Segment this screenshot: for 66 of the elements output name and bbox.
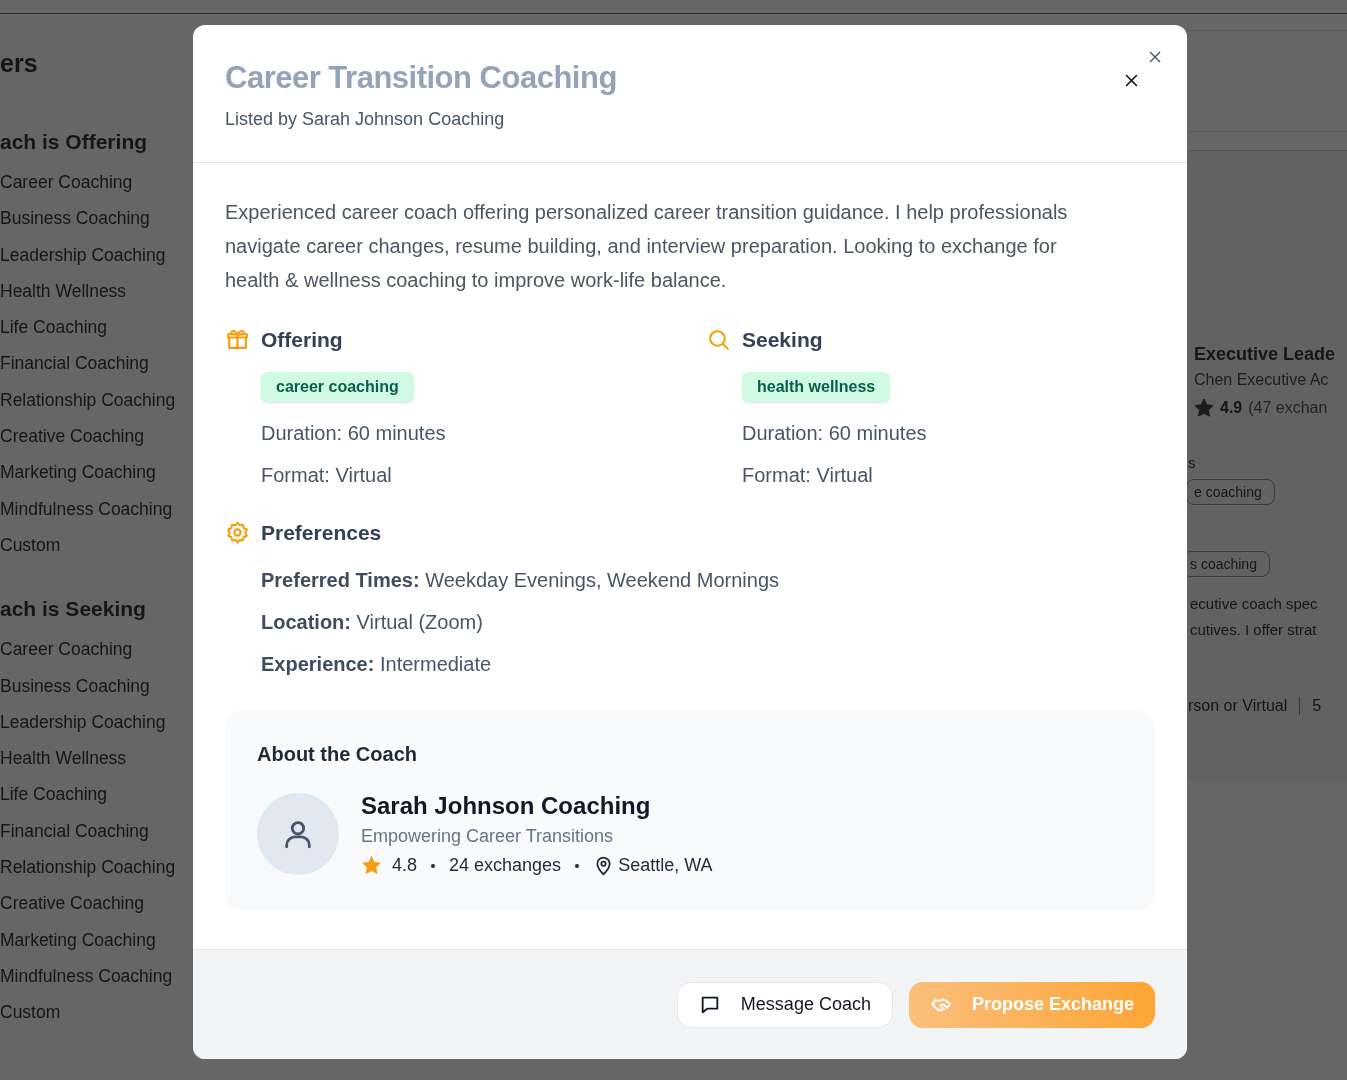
description-line: ecutive coach spec [1190,594,1318,614]
skill-tag: health wellness [742,372,891,402]
listed-by-text: Listed by Sarah Johnson Coaching [225,109,506,130]
filter-option[interactable]: Business Coaching [0,667,150,704]
filter-option[interactable]: Health Wellness [0,740,127,777]
filter-option[interactable]: Marketing Coaching [0,454,156,491]
filter-option[interactable]: Leadership Coaching [0,703,166,741]
page-heading: ers [0,48,39,78]
filter-option[interactable]: Relationship Coaching [0,381,176,419]
filter-option[interactable]: Creative Coaching [0,885,144,922]
filter-option[interactable]: Mindfulness Coaching [0,957,173,995]
filter-heading: ach is Seeking [0,596,147,623]
rating-value: 4.8 [392,855,418,876]
close-icon [1147,49,1163,65]
modal-title: Career Transition Coaching [225,59,617,97]
coach-tagline: Empowering Career Transitions [361,826,615,847]
detail-text: Format: Virtual [261,463,392,488]
detail-text: Format: Virtual [742,463,873,488]
section-heading: Seeking [742,327,823,352]
filter-option[interactable]: Financial Coaching [0,345,149,382]
section-label: s [1188,454,1196,471]
close-icon [1123,72,1140,89]
filter-option[interactable]: Creative Coaching [0,418,144,455]
search-icon [706,327,731,352]
coach-location: Seattle, WA [618,855,713,876]
detail-text: Duration: 60 minutes [261,421,446,446]
exchange-count: (47 exchan [1248,399,1328,417]
rating-value: 4.9 [1220,399,1243,417]
skill-tag: career coaching [261,372,414,402]
exchange-count: 24 exchanges [449,855,562,876]
filter-option[interactable]: Mindfulness Coaching [0,490,173,527]
star-icon [1194,398,1214,418]
preference-text: Location: Virtual (Zoom) [261,610,483,635]
filter-option[interactable]: Leadership Coaching [0,236,166,273]
detail-text: Duration: 60 minutes [742,421,927,446]
filter-option[interactable]: Health Wellness [0,272,127,310]
close-button[interactable] [1147,49,1163,65]
filter-option[interactable]: Business Coaching [0,200,150,237]
message-button[interactable]: Message Coach [676,981,893,1028]
filter-option[interactable]: Career Coaching [0,631,133,668]
close-button[interactable] [1123,72,1140,89]
card-heading: About the Coach [257,743,418,766]
duration-text: 5 [1299,697,1322,715]
preference-text: Preferred Times: Weekday Evenings, Weekend Mornings [261,568,780,593]
coach-name: Sarah Johnson Coaching [361,792,652,820]
filter-heading: ach is Offering [0,129,149,155]
section-heading: Offering [261,327,343,352]
star-icon [361,855,382,876]
filter-option[interactable]: Financial Coaching [0,812,149,850]
filter-option[interactable]: Custom [0,994,61,1031]
filter-option[interactable]: Career Coaching [0,164,133,201]
filter-option[interactable]: Life Coaching [0,309,108,346]
section-heading: Preferences [261,520,382,545]
filter-option[interactable]: Custom [0,526,61,564]
propose-button[interactable]: Propose Exchange [908,981,1155,1028]
filter-option[interactable]: Life Coaching [0,776,108,813]
description-line: cutives. I offer strat [1190,620,1317,640]
filter-option[interactable]: Relationship Coaching [0,849,176,886]
preference-text: Experience: Intermediate [261,652,492,677]
settings-icon [225,520,250,545]
listing-description: Experienced career coach offering personalized career transition guidance. I help professionals navigate career changes, resume building, and interview preparation. Looking to exchange for health & wellness coaching to improve work-life balance. [225,200,1069,293]
format-text: rson or Virtual [1188,697,1288,715]
gift-icon [225,327,250,352]
filter-option[interactable]: Marketing Coaching [0,921,156,958]
listing-title: Executive Leade [1194,344,1336,365]
provider-name: Chen Executive Ac [1194,371,1329,389]
